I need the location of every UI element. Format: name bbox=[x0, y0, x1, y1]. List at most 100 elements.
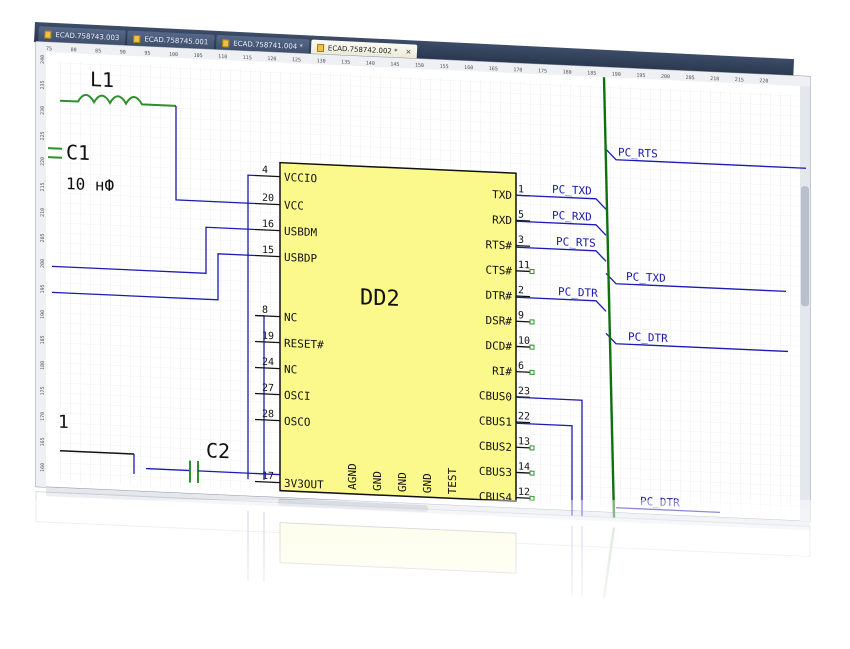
pin-number: 12 bbox=[518, 487, 530, 499]
ruler-top-number: 195 bbox=[636, 73, 645, 79]
ruler-top-number: 140 bbox=[366, 60, 375, 66]
ruler-top-number: 170 bbox=[513, 67, 522, 73]
pin-name: NC bbox=[284, 363, 297, 377]
net-label-pc-txd[interactable]: PC_TXD bbox=[552, 183, 592, 198]
pin-number: 20 bbox=[262, 193, 274, 205]
ruler-top-number: 90 bbox=[120, 49, 126, 55]
ruler-left-number: 210 bbox=[40, 208, 46, 217]
bus-label-pc-txd[interactable]: PC_TXD bbox=[626, 270, 666, 285]
pin-number: 4 bbox=[262, 165, 268, 176]
schematic-viewport[interactable]: 75 80 85 90 95 100 105 110 115 120 125 130 135 140 145… bbox=[0, 0, 850, 644]
scroll-thumb-v[interactable] bbox=[801, 186, 809, 307]
pin-name: CBUS0 bbox=[479, 389, 512, 403]
pin-name: USBDM bbox=[284, 225, 317, 239]
ruler-top-number: 120 bbox=[267, 56, 276, 62]
ruler-left-number: 220 bbox=[40, 157, 46, 166]
pin-name: RXD bbox=[492, 213, 512, 227]
ruler-top-number: 135 bbox=[341, 59, 350, 65]
ruler-top-number: 200 bbox=[661, 74, 670, 80]
pin-name: CBUS3 bbox=[479, 465, 512, 479]
pin-number: 14 bbox=[518, 462, 530, 474]
pin-name: GND bbox=[421, 473, 434, 493]
pin-number: 22 bbox=[518, 411, 530, 423]
ruler-top-number: 165 bbox=[489, 66, 498, 72]
net-label-pc-dtr[interactable]: PC_DTR bbox=[558, 285, 598, 300]
ruler-left-number: 230 bbox=[40, 106, 46, 115]
ruler-top-number: 125 bbox=[292, 57, 301, 63]
ruler-top-number: 150 bbox=[415, 63, 424, 69]
ruler-top-number: 115 bbox=[243, 55, 252, 61]
ruler-left-number: 175 bbox=[40, 386, 46, 395]
pin-name: CBUS2 bbox=[479, 440, 512, 454]
pin-name: AGND bbox=[346, 463, 359, 490]
pin-number: 11 bbox=[518, 260, 530, 272]
pin-number: 28 bbox=[262, 409, 274, 421]
pin-number: 9 bbox=[518, 310, 524, 321]
capacitor-c2-ref: C2 bbox=[206, 438, 230, 463]
pin-name: USBDP bbox=[284, 251, 317, 265]
ruler-top-number: 145 bbox=[390, 62, 399, 68]
ruler-top-number: 110 bbox=[218, 54, 227, 60]
ruler-left-number: 195 bbox=[40, 284, 46, 293]
pin-name: 3V3OUT bbox=[284, 477, 324, 492]
ruler-left-number: 225 bbox=[40, 131, 46, 140]
pin-name: VCCIO bbox=[284, 171, 317, 185]
pin-number: 6 bbox=[518, 361, 524, 372]
pin-number: 27 bbox=[262, 383, 274, 395]
pin-name: DCD# bbox=[486, 339, 513, 353]
ruler-top-number: 100 bbox=[169, 52, 178, 58]
ruler-top-number: 215 bbox=[735, 77, 744, 83]
pin-name: DTR# bbox=[486, 289, 513, 303]
net-label-pc-rxd[interactable]: PC_RXD bbox=[552, 209, 592, 224]
pin-name: RI# bbox=[492, 365, 512, 379]
ruler-top-number: 175 bbox=[538, 68, 547, 74]
capacitor-value: 10 нФ bbox=[66, 174, 115, 195]
pin-name: VCC bbox=[284, 199, 304, 213]
ruler-top-number: 220 bbox=[759, 78, 768, 84]
pin-number: 19 bbox=[262, 331, 274, 343]
net-label-pc-rts[interactable]: PC_RTS bbox=[556, 235, 596, 250]
pin-number: 8 bbox=[262, 305, 268, 316]
ruler-top-number: 185 bbox=[587, 70, 596, 76]
ruler-left-number: 170 bbox=[40, 412, 46, 421]
bus-label-pc-rts[interactable]: PC_RTS bbox=[618, 146, 658, 161]
chip-ref: DD2 bbox=[360, 285, 400, 312]
pin-number: 23 bbox=[518, 386, 530, 398]
pin-name: GND bbox=[396, 472, 409, 492]
capacitor-ref: C1 bbox=[66, 140, 90, 165]
ruler-top-number: 190 bbox=[612, 72, 621, 78]
pin-name: RESET# bbox=[284, 337, 324, 352]
ruler-top-number: 205 bbox=[686, 75, 695, 81]
pin-number: 16 bbox=[262, 219, 274, 231]
pin-number: 17 bbox=[262, 471, 274, 483]
pin-name: CTS# bbox=[486, 263, 513, 277]
ruler-top-number: 105 bbox=[194, 53, 203, 59]
ruler-top-number: 95 bbox=[144, 51, 150, 57]
pin-number: 13 bbox=[518, 436, 530, 448]
pin-name: TEST bbox=[446, 467, 459, 494]
ruler-left-number: 200 bbox=[40, 259, 46, 268]
pin-name: DSR# bbox=[486, 314, 513, 328]
ruler-left-number: 235 bbox=[40, 80, 46, 89]
pin-name: GND bbox=[371, 471, 384, 491]
ruler-left-number: 190 bbox=[40, 310, 46, 319]
ruler-top-number: 80 bbox=[71, 47, 77, 53]
pin-number: 15 bbox=[262, 245, 274, 257]
bus-label-pc-dtr[interactable]: PC_DTR bbox=[628, 330, 668, 345]
pin-number: 5 bbox=[518, 210, 524, 221]
ruler-top-number: 155 bbox=[440, 64, 449, 70]
ruler-top-number: 75 bbox=[46, 46, 52, 52]
ruler-top-number: 160 bbox=[464, 65, 473, 71]
ruler-left-number: 165 bbox=[40, 437, 46, 446]
pin-name: OSCO bbox=[284, 415, 310, 429]
pin-name: RTS# bbox=[486, 238, 513, 252]
ruler-left-number: 160 bbox=[40, 463, 46, 472]
ruler-left-number: 215 bbox=[40, 182, 46, 191]
ruler-left-number: 185 bbox=[40, 335, 46, 344]
pin-name: NC bbox=[284, 311, 297, 325]
ruler-top-number: 210 bbox=[710, 76, 719, 82]
pin-name: CBUS1 bbox=[479, 414, 512, 428]
pin-number: 3 bbox=[518, 235, 524, 246]
pin-number: 2 bbox=[518, 285, 524, 296]
ruler-top-number: 85 bbox=[95, 48, 101, 54]
